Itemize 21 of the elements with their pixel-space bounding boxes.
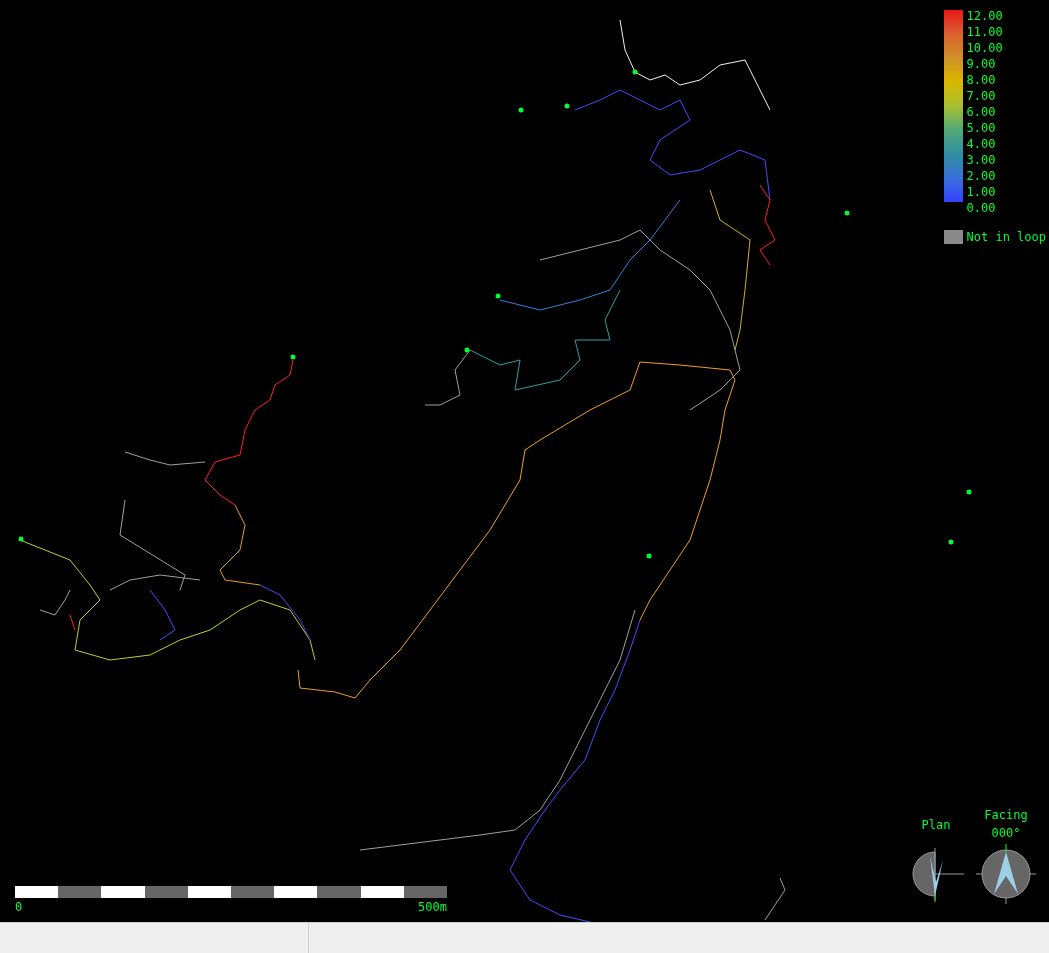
scale-label: 1.00 <box>966 184 997 200</box>
compass-icon <box>976 844 1036 904</box>
scale-label: 7.00 <box>966 88 997 104</box>
scale-label: 10.00 <box>966 40 1003 56</box>
scale-label: 2.00 <box>966 168 997 184</box>
plan-label: Plan <box>921 817 951 834</box>
not-in-loop-swatch <box>943 230 963 244</box>
scale-label: 4.00 <box>966 136 997 152</box>
facing-label: Facing <box>984 808 1028 822</box>
scale-label: 9.00 <box>966 56 997 72</box>
scale-end-label: 500m <box>418 899 447 916</box>
scale-label: 6.00 <box>966 104 997 120</box>
scale-start-label: 0 <box>15 899 23 916</box>
scale-label: 8.00 <box>966 72 997 88</box>
scale-label: 12.00 <box>966 8 1003 24</box>
facing-bearing: 000° <box>991 826 1021 840</box>
scale-label: 11.00 <box>966 24 1003 40</box>
scale-label: 0.00 <box>966 200 997 216</box>
scale-label: 5.00 <box>966 120 997 136</box>
not-in-loop-label: Not in loop <box>966 229 1046 246</box>
scale-label: 3.00 <box>966 152 997 168</box>
